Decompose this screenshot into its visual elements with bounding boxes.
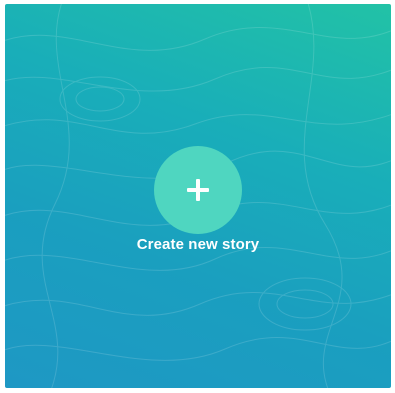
plus-icon xyxy=(187,179,209,201)
add-story-button[interactable] xyxy=(154,146,242,234)
create-story-action[interactable]: Create new story xyxy=(5,146,391,253)
create-story-label[interactable]: Create new story xyxy=(137,236,259,253)
create-story-card[interactable]: Create new story xyxy=(5,4,391,388)
